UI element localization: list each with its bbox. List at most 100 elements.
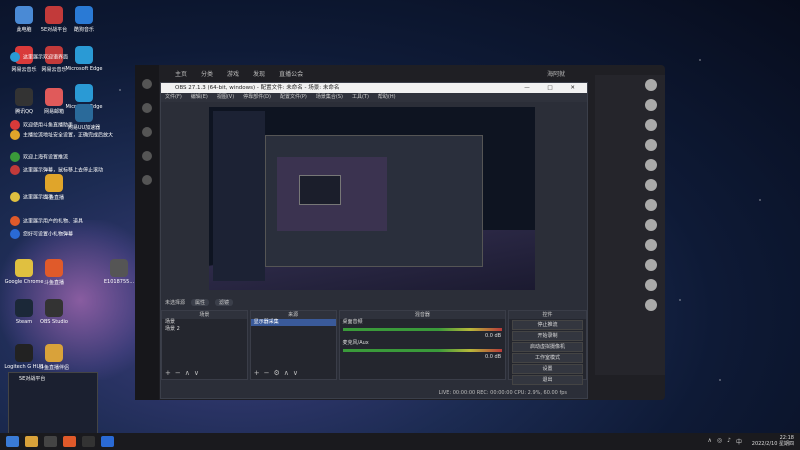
- chat-icon[interactable]: [142, 127, 152, 137]
- menu-scene-collection[interactable]: 场景集合(S): [316, 93, 343, 102]
- avatar: [645, 219, 657, 231]
- desktop-icon[interactable]: 斗鱼直播: [34, 259, 74, 286]
- home-icon[interactable]: [142, 79, 152, 89]
- avatar: [645, 279, 657, 291]
- scene-item[interactable]: 场景: [162, 319, 247, 326]
- virtual-camera-button[interactable]: 启动虚拟摄像机: [512, 342, 583, 352]
- settings-icon[interactable]: [142, 175, 152, 185]
- mini-preview-window[interactable]: 5E对战平台: [8, 372, 98, 434]
- clock[interactable]: 22:18 2022/2/10 星期四: [752, 435, 794, 447]
- filters-button[interactable]: 滤镜: [215, 298, 234, 306]
- avatar: [645, 119, 657, 131]
- obs-preview[interactable]: [209, 107, 535, 290]
- app-icon: [45, 88, 63, 106]
- start-recording-button[interactable]: 开始录制: [512, 331, 583, 341]
- menu-tools[interactable]: 工具(T): [352, 93, 369, 102]
- chevron-up-icon[interactable]: ∧: [707, 437, 711, 446]
- menu-help[interactable]: 帮助(H): [378, 93, 396, 102]
- exit-button[interactable]: 退出: [512, 375, 583, 385]
- viewer-list: [595, 75, 665, 375]
- user-avatar-icon: [10, 130, 20, 140]
- volume-icon[interactable]: ♪: [727, 437, 731, 446]
- danmu-message: 这里展示欢迎语界面: [10, 52, 68, 62]
- sources-header: 来源: [250, 311, 336, 319]
- obs-menubar: 文件(F) 编辑(E) 视图(V) 停靠部件(D) 配置文件(P) 场景集合(S…: [161, 93, 587, 102]
- list-item[interactable]: [595, 195, 665, 215]
- window-controls[interactable]: — □ ✕: [524, 83, 583, 93]
- app-icon: [110, 259, 128, 277]
- menu-profile[interactable]: 配置文件(P): [280, 93, 307, 102]
- tab-home[interactable]: 主页: [175, 69, 187, 83]
- app-icon: [15, 88, 33, 106]
- menu-file[interactable]: 文件(F): [165, 93, 182, 102]
- obs-icon[interactable]: [82, 436, 95, 447]
- gift-icon[interactable]: [142, 151, 152, 161]
- list-item[interactable]: [595, 75, 665, 95]
- live-app-icon[interactable]: [63, 436, 76, 447]
- tab-guild[interactable]: 直播公会: [279, 69, 303, 83]
- danmu-text: 欢迎上海有设置推流: [23, 154, 69, 161]
- stop-streaming-button[interactable]: 停止推流: [512, 320, 583, 330]
- volume-meter[interactable]: [342, 328, 503, 331]
- danmu-message: 这里展示用户的礼物、道具: [10, 216, 83, 226]
- list-item[interactable]: [595, 115, 665, 135]
- list-item[interactable]: [595, 255, 665, 275]
- network-icon[interactable]: ◎: [717, 437, 722, 446]
- list-item[interactable]: [595, 275, 665, 295]
- app-icon: [15, 299, 33, 317]
- desktop-icon-label: 斗鱼直播: [43, 280, 64, 286]
- folder-icon[interactable]: [25, 436, 38, 447]
- danmu-message: 这里展示弹幕，鼠标移上去停止滚动: [10, 165, 103, 175]
- scene-item[interactable]: 场景 2: [162, 326, 247, 333]
- list-item[interactable]: [595, 295, 665, 315]
- video-icon[interactable]: [142, 103, 152, 113]
- list-item[interactable]: [595, 135, 665, 155]
- danmu-text: 这里展示欢迎语界面: [23, 54, 69, 61]
- list-item[interactable]: [595, 95, 665, 115]
- no-source-label: 未选择源: [165, 299, 186, 306]
- desktop-icon[interactable]: E1018755...: [99, 259, 139, 285]
- properties-button[interactable]: 属性: [191, 298, 210, 306]
- mixer-track-db: 0.0 dB: [484, 354, 502, 360]
- app-icon[interactable]: [44, 436, 57, 447]
- user-avatar-icon: [10, 192, 20, 202]
- obs-statusbar: LIVE: 00:00:00 REC: 00:00:00 CPU: 2.9%, …: [438, 390, 567, 396]
- tab-game[interactable]: 游戏: [227, 69, 239, 83]
- source-controls[interactable]: +−⚙∧∨: [254, 369, 302, 377]
- scene-controls[interactable]: +−∧∨: [165, 369, 203, 377]
- menu-docks[interactable]: 停靠部件(D): [243, 93, 271, 102]
- start-icon[interactable]: [6, 436, 19, 447]
- user-avatar-icon: [10, 152, 20, 162]
- source-item[interactable]: 显示器采集: [250, 319, 336, 326]
- studio-mode-button[interactable]: 工作室模式: [512, 353, 583, 363]
- menu-edit[interactable]: 编辑(E): [191, 93, 208, 102]
- username[interactable]: 海阿就: [547, 69, 565, 83]
- avatar: [645, 179, 657, 191]
- desktop-icon[interactable]: 酷狗音乐: [64, 6, 104, 33]
- danmu-text: 这里展示弹幕，鼠标移上去停止滚动: [23, 167, 104, 174]
- desktop-icon[interactable]: 斗鱼直播伴侣: [34, 344, 74, 371]
- app-icon: [45, 174, 63, 192]
- tab-category[interactable]: 分类: [201, 69, 213, 83]
- list-item[interactable]: [595, 235, 665, 255]
- obs-window[interactable]: OBS 27.1.3 (64-bit, windows) - 配置文件: 未命名…: [160, 82, 588, 399]
- avatar: [645, 199, 657, 211]
- list-item[interactable]: [595, 175, 665, 195]
- controls-header: 控件: [509, 311, 586, 319]
- settings-button[interactable]: 设置: [512, 364, 583, 374]
- live-assistant-sidebar: [135, 65, 159, 400]
- menu-view[interactable]: 视图(V): [217, 93, 234, 102]
- mixer-track-name: 桌面音频: [342, 319, 363, 325]
- list-item[interactable]: [595, 155, 665, 175]
- browser-icon[interactable]: [101, 436, 114, 447]
- obs-titlebar[interactable]: OBS 27.1.3 (64-bit, windows) - 配置文件: 未命名…: [161, 83, 587, 93]
- app-icon: [75, 84, 93, 102]
- user-avatar-icon: [10, 120, 20, 130]
- system-tray[interactable]: ∧ ◎ ♪ 中: [707, 437, 742, 446]
- tab-discover[interactable]: 发现: [253, 69, 265, 83]
- volume-meter[interactable]: [342, 349, 503, 352]
- ime-icon[interactable]: 中: [736, 437, 742, 446]
- danmu-message: 主播拉流地址安全设置，正确完成后放大: [10, 130, 113, 140]
- list-item[interactable]: [595, 215, 665, 235]
- desktop-icon[interactable]: OBS Studio: [34, 299, 74, 325]
